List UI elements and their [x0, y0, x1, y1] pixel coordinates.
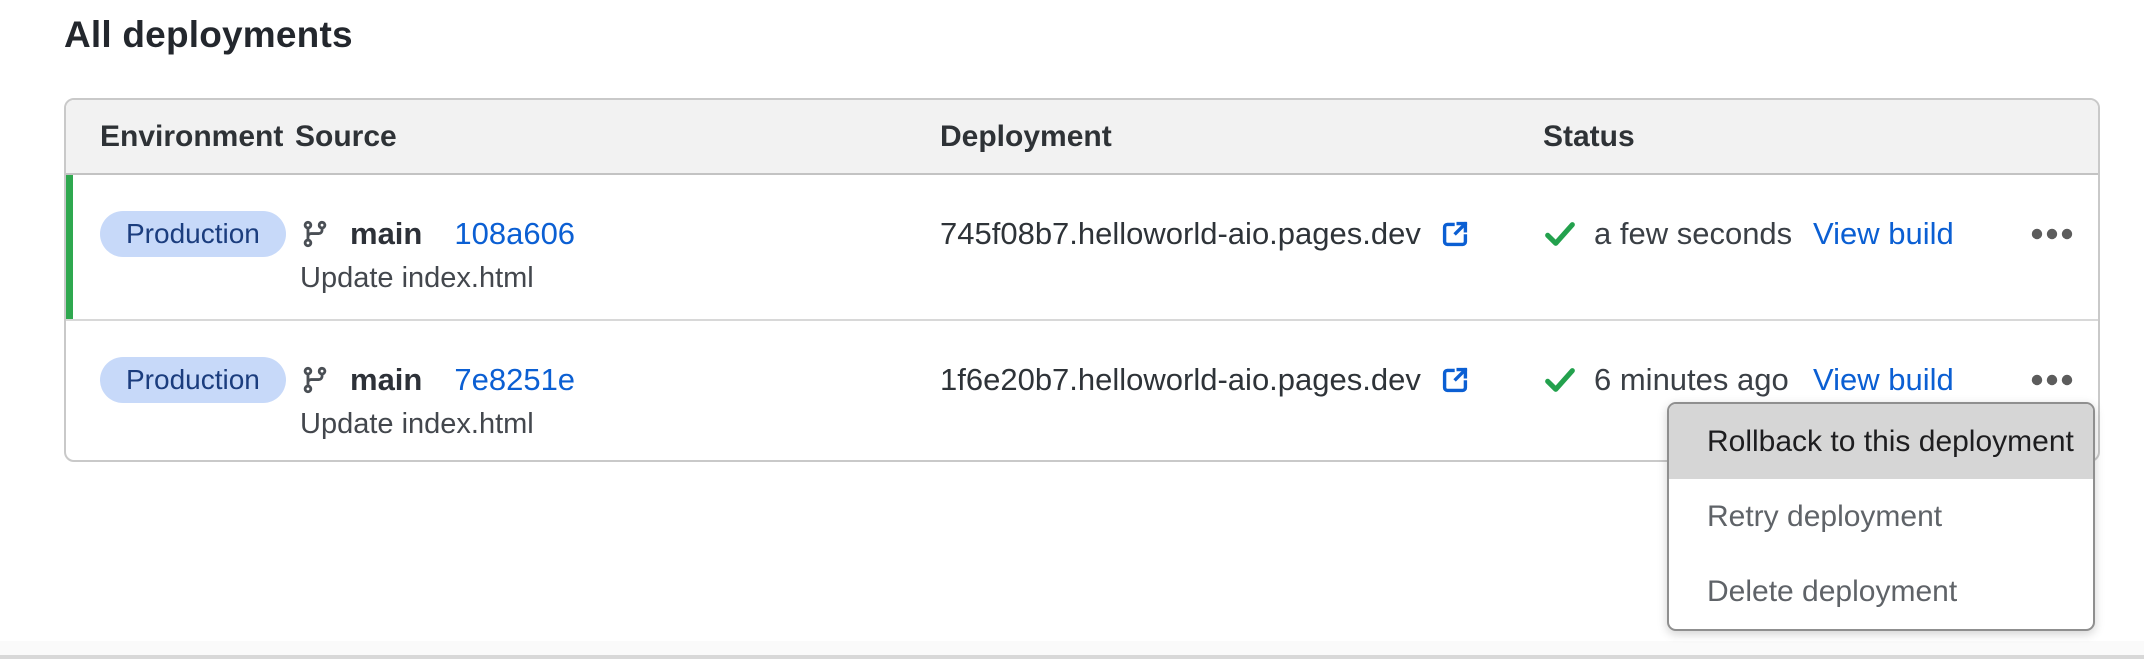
commit-link[interactable]: 7e8251e	[454, 362, 575, 398]
column-header-deployment: Deployment	[940, 120, 1543, 154]
branch-name: main	[350, 362, 422, 398]
column-header-environment: Environment	[66, 120, 295, 154]
row-actions-button[interactable]	[2026, 223, 2078, 245]
git-branch-icon	[300, 219, 330, 249]
environment-badge: Production	[100, 357, 286, 403]
deployment-row: Production main 108a606 Update index.htm…	[66, 175, 2098, 319]
success-check-icon	[1543, 363, 1577, 397]
view-build-link[interactable]: View build	[1813, 216, 1954, 252]
table-header-row: Environment Source Deployment Status	[66, 100, 2098, 175]
column-header-status: Status	[1543, 120, 1813, 154]
git-branch-icon	[300, 365, 330, 395]
commit-message: Update index.html	[295, 407, 940, 441]
deployment-actions-menu: Rollback to this deployment Retry deploy…	[1667, 402, 2095, 631]
commit-link[interactable]: 108a606	[454, 216, 575, 252]
ellipsis-icon	[2030, 227, 2074, 241]
deployment-url: 745f08b7.helloworld-aio.pages.dev	[940, 216, 1421, 252]
page-title: All deployments	[64, 14, 353, 56]
ellipsis-icon	[2030, 373, 2074, 387]
success-check-icon	[1543, 217, 1577, 251]
environment-badge: Production	[100, 211, 286, 257]
menu-item-rollback[interactable]: Rollback to this deployment	[1669, 404, 2093, 479]
external-link-icon[interactable]	[1439, 364, 1471, 396]
branch-name: main	[350, 216, 422, 252]
column-header-source: Source	[295, 120, 940, 154]
deployment-url: 1f6e20b7.helloworld-aio.pages.dev	[940, 362, 1421, 398]
view-build-link[interactable]: View build	[1813, 362, 1954, 398]
row-actions-button[interactable]	[2026, 369, 2078, 391]
menu-item-retry[interactable]: Retry deployment	[1669, 479, 2093, 554]
commit-message: Update index.html	[295, 261, 940, 295]
deployment-age: a few seconds	[1594, 216, 1792, 252]
page-bottom-divider	[0, 641, 2144, 659]
external-link-icon[interactable]	[1439, 218, 1471, 250]
deployment-age: 6 minutes ago	[1594, 362, 1789, 398]
menu-item-delete[interactable]: Delete deployment	[1669, 554, 2093, 629]
